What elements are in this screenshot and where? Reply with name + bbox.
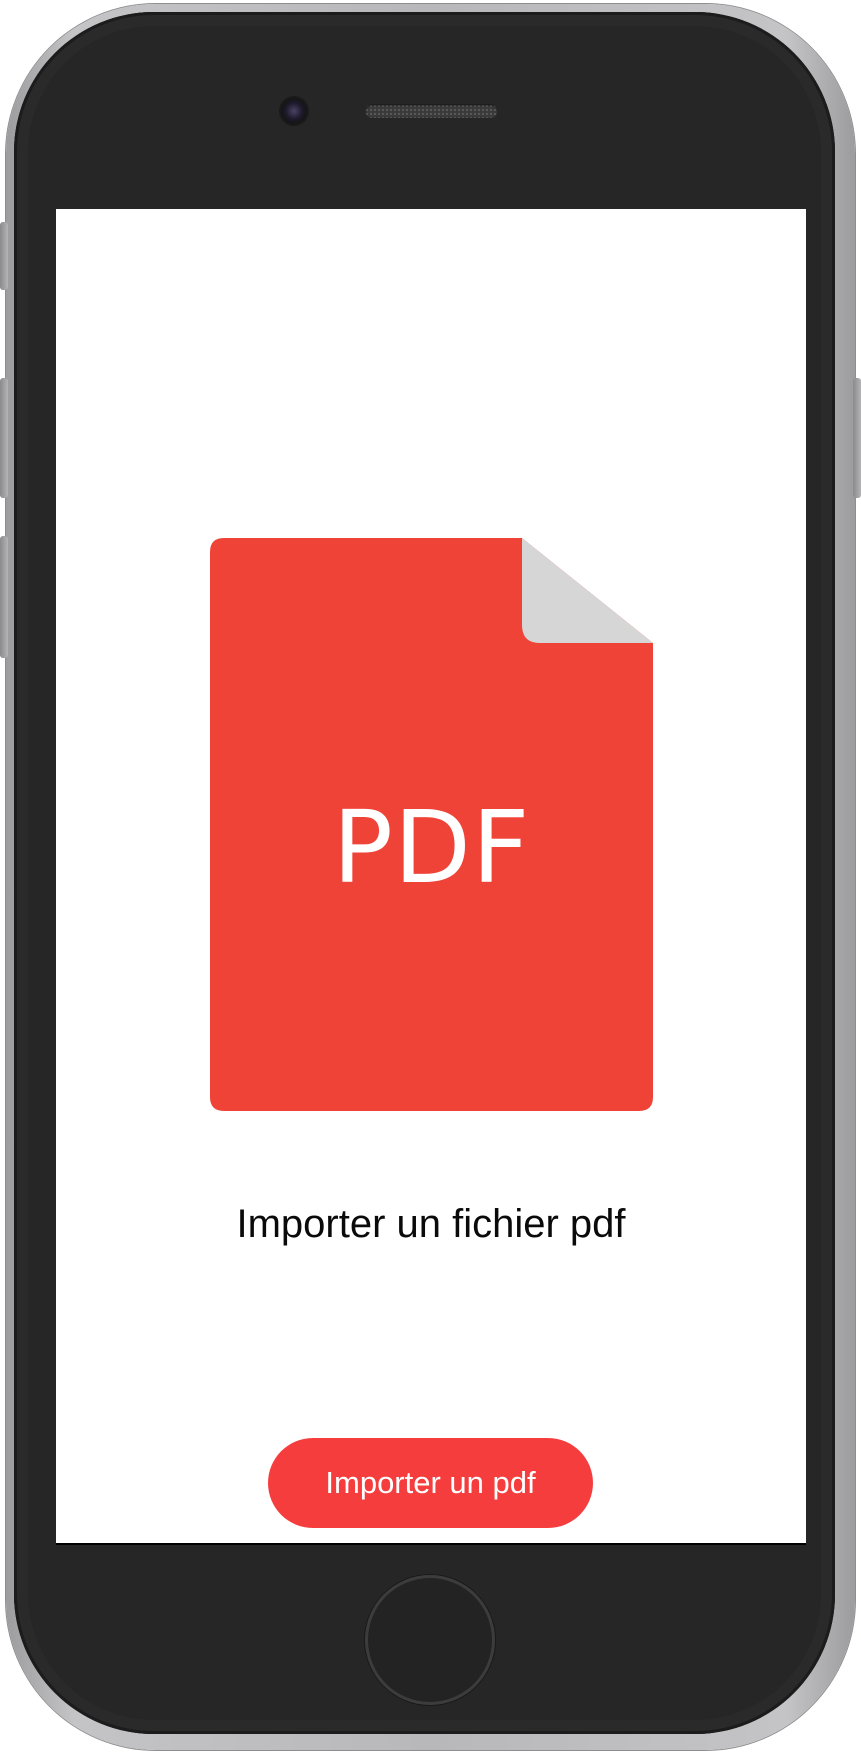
home-button[interactable] bbox=[365, 1575, 495, 1705]
pdf-file-fold bbox=[522, 538, 653, 643]
front-camera bbox=[281, 98, 307, 124]
page-title: Importer un fichier pdf bbox=[236, 1202, 626, 1246]
power-button bbox=[853, 378, 861, 498]
earpiece-speaker bbox=[365, 104, 498, 118]
app-screen: PDF Importer un fichier pdf Importer un … bbox=[56, 209, 806, 1545]
pdf-file-icon: PDF bbox=[210, 538, 653, 1111]
mute-switch bbox=[0, 222, 8, 290]
volume-down-button bbox=[0, 536, 8, 658]
pdf-file-label: PDF bbox=[332, 789, 531, 906]
import-pdf-button[interactable]: Importer un pdf bbox=[268, 1438, 593, 1528]
volume-up-button bbox=[0, 378, 8, 498]
